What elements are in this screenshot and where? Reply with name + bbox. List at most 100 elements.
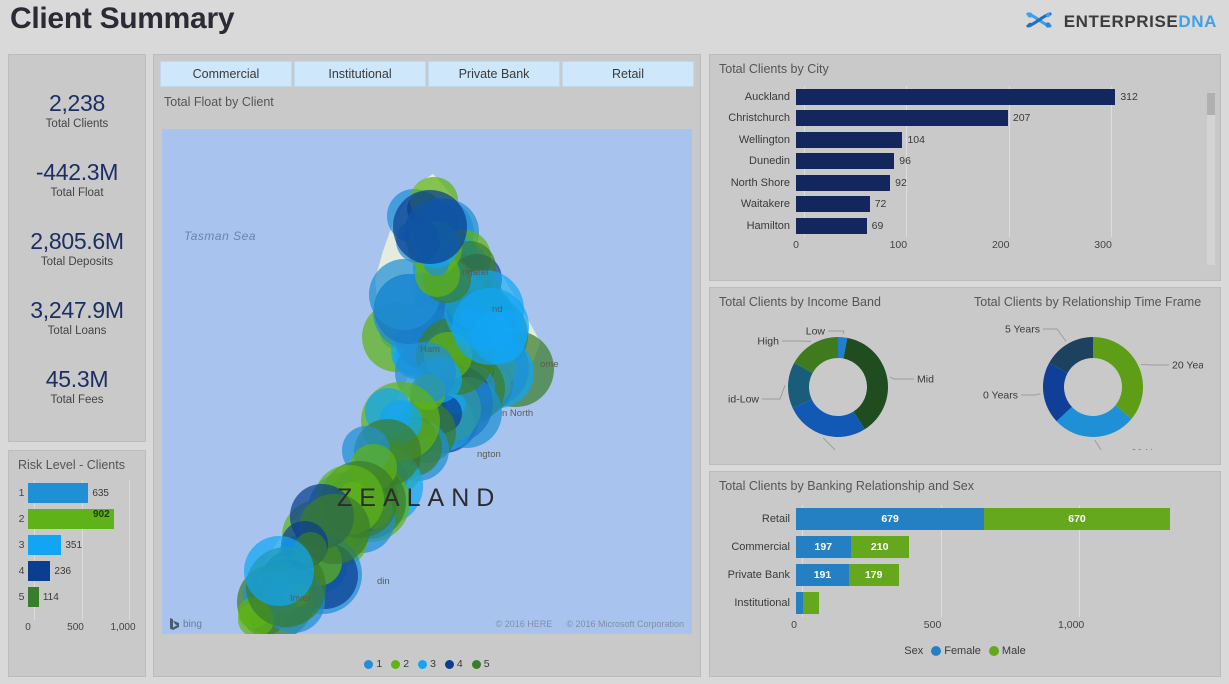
city-bar[interactable]: [796, 196, 870, 213]
kpi-list: 2,238 Total Clients -442.3M Total Float 2,80…: [9, 55, 145, 441]
city-bar-row[interactable]: Auckland 312: [718, 86, 1202, 108]
axis-tick-label: 1,000: [1058, 619, 1085, 631]
risk-level-panel: Risk Level - Clients 1 635 2 902 3 351 4 236 5 11…: [8, 450, 146, 677]
risk-category-label: 5: [18, 591, 25, 603]
risk-level-title: Risk Level - Clients: [18, 458, 125, 472]
city-scrollbar-thumb[interactable]: [1207, 93, 1215, 115]
risk-x-axis: 0 500 1,000: [15, 622, 139, 638]
map-bubble: [451, 287, 529, 366]
risk-bar-wrap: 114: [28, 587, 139, 607]
city-bar-row[interactable]: Wellington 104: [718, 129, 1202, 151]
risk-bar[interactable]: [28, 561, 51, 581]
bank-bar-row[interactable]: Institutional: [718, 589, 1206, 617]
risk-bar[interactable]: 902: [28, 509, 114, 529]
bank-bar-wrap: 679 670: [796, 508, 1206, 530]
city-bar[interactable]: [796, 88, 1116, 105]
bank-bar-row[interactable]: Commercial 197 210: [718, 533, 1206, 561]
kpi-card: 3,247.9M Total Loans: [9, 297, 145, 337]
segment-tab-private-bank[interactable]: Private Bank: [428, 61, 560, 87]
city-scrollbar[interactable]: [1207, 93, 1215, 265]
risk-bar-row[interactable]: 4 236: [15, 558, 139, 584]
kpi-value: 2,238: [48, 89, 106, 116]
axis-tick-label: 300: [1094, 238, 1112, 251]
city-bar-row[interactable]: Dunedin 96: [718, 151, 1202, 173]
bank-x-axis: 0 500 1,000: [791, 619, 1206, 635]
bank-bar-segment-male[interactable]: [802, 592, 819, 614]
axis-tick-label: 500: [923, 619, 942, 631]
legend-dot: [444, 659, 454, 669]
risk-level-plot: 1 635 2 902 3 351 4 236 5 114: [15, 480, 139, 620]
city-bar-row[interactable]: Christchurch 207: [718, 108, 1202, 130]
risk-bar-row[interactable]: 5 114: [15, 584, 139, 610]
map-attribution: © 2016 HERE © 2016 Microsoft Corporation: [496, 619, 684, 629]
brand-logo: ENTERPRISEDNA: [1024, 10, 1217, 34]
bank-bar-segment-female[interactable]: [796, 592, 803, 614]
bank-bar-row[interactable]: Private Bank 191 179: [718, 561, 1206, 589]
banking-relationship-plot: Retail 679 670 Commercial 197 210 Private Bank…: [718, 505, 1206, 617]
segment-tab-institutional[interactable]: Institutional: [294, 61, 426, 87]
income-band-chart: Total Clients by Income Band Low Mid Mid-H…: [710, 288, 965, 464]
city-bar[interactable]: [796, 174, 891, 191]
kpi-value: 2,805.6M: [30, 227, 124, 254]
segment-tab-commercial[interactable]: Commercial: [160, 61, 292, 87]
bank-legend-item[interactable]: Female: [931, 645, 981, 657]
city-bar[interactable]: [796, 131, 903, 148]
map-legend-item[interactable]: 1: [364, 658, 382, 670]
city-bar[interactable]: [796, 217, 867, 234]
bank-bar-segment-female[interactable]: 191: [796, 564, 849, 586]
risk-bar-row[interactable]: 1 635: [15, 480, 139, 506]
legend-dot: [931, 646, 942, 656]
bank-bar-segment-male[interactable]: 210: [850, 536, 909, 558]
city-bar[interactable]: [796, 153, 895, 170]
risk-value-label: 902: [93, 509, 110, 520]
bank-bar-row[interactable]: Retail 679 670: [718, 505, 1206, 533]
city-bar-row[interactable]: Waitakere 72: [718, 194, 1202, 216]
risk-bar[interactable]: [28, 587, 39, 607]
bank-bar-segment-female[interactable]: 679: [796, 508, 985, 530]
bank-legend[interactable]: Sex Female Male: [710, 645, 1220, 657]
segment-tab-retail[interactable]: Retail: [562, 61, 694, 87]
donut-slice[interactable]: [1092, 337, 1143, 419]
city-bar[interactable]: [796, 110, 1008, 127]
map-footer: bing © 2016 HERE © 2016 Microsoft Corpora…: [162, 614, 692, 634]
legend-label: 2: [403, 658, 410, 670]
bank-category-label: Commercial: [731, 541, 790, 553]
bank-legend-item[interactable]: Male: [988, 645, 1026, 657]
city-bar-rows: Auckland 312 Christchurch 207 Wellington 104 D…: [718, 86, 1202, 237]
legend-label: Male: [1001, 645, 1026, 657]
city-bar-row[interactable]: North Shore 92: [718, 172, 1202, 194]
bank-bar-segment-female[interactable]: 197: [796, 536, 851, 558]
map-panel: Commercial Institutional Private Bank Retai…: [153, 54, 701, 677]
map-legend-item[interactable]: 3: [418, 658, 436, 670]
segment-tab-bar[interactable]: Commercial Institutional Private Bank Retai…: [154, 55, 700, 87]
risk-bar-row[interactable]: 3 351: [15, 532, 139, 558]
map-legend-item[interactable]: 5: [471, 658, 490, 670]
attribution-text: © 2016 HERE: [495, 619, 553, 629]
risk-bar[interactable]: [28, 483, 89, 503]
bank-bar-segment-male[interactable]: 179: [848, 564, 899, 586]
donut-leader-line: [761, 385, 785, 400]
map-legend-item[interactable]: 4: [444, 658, 463, 670]
kpi-value: 45.3M: [45, 365, 109, 392]
donut-slice[interactable]: [792, 399, 865, 437]
bank-category-label: Institutional: [734, 597, 790, 609]
map-legend-item[interactable]: 2: [391, 658, 409, 670]
donut-leader-line: [822, 437, 841, 456]
city-value-label: 207: [1012, 112, 1031, 125]
risk-bar-row[interactable]: 2 902: [15, 506, 139, 532]
relationship-timeframe-donut[interactable]: 20 Years > 20 Years 10 Years 5 Years: [977, 324, 1213, 460]
income-band-donut[interactable]: Low Mid Mid-High Mid-Low High: [719, 324, 948, 462]
map-legend[interactable]: 1 2 3 4 5: [154, 658, 700, 670]
donut-svg: 20 Years > 20 Years 10 Years 5 Years: [977, 324, 1213, 460]
city-bar-row[interactable]: Hamilton 69: [718, 215, 1202, 237]
donut-charts-panel: Total Clients by Income Band Low Mid Mid-H…: [709, 287, 1221, 465]
donut-leader-line: [827, 330, 845, 335]
legend-dot: [391, 659, 401, 669]
risk-bar[interactable]: [28, 535, 62, 555]
bank-bar-segment-male[interactable]: 670: [984, 508, 1170, 530]
country-label: ZEALAND: [337, 484, 502, 512]
city-bar-wrap: 312: [796, 88, 1202, 105]
legend-dot: [471, 659, 481, 669]
bank-category-label: Retail: [761, 513, 790, 525]
bing-map[interactable]: Tasman Sea ZEALAND ngarei nd Ham ome n North…: [162, 129, 692, 634]
